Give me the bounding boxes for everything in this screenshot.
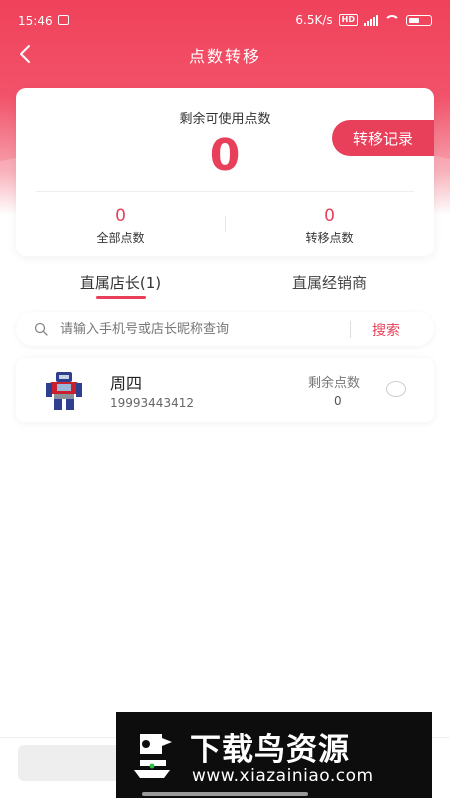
- total-points-label: 全部点数: [96, 231, 145, 245]
- search-bar: 搜索: [16, 312, 434, 346]
- network-speed: 6.5K/s: [295, 13, 333, 27]
- search-icon: [34, 322, 48, 336]
- message-icon: [58, 15, 69, 25]
- tab-bar: 直属店长(1) 直属经销商: [0, 272, 450, 308]
- hd-badge: HD: [338, 14, 358, 26]
- points-summary-card: 剩余可使用点数 0 转移记录 0 全部点数 0 转移点数: [16, 88, 434, 256]
- search-input[interactable]: [60, 318, 340, 340]
- bird-logo-icon: [134, 734, 172, 778]
- wifi-icon: [384, 14, 400, 26]
- item-name: 周四: [110, 374, 143, 393]
- transfer-record-button[interactable]: 转移记录: [332, 120, 434, 156]
- avatar: [46, 372, 82, 410]
- watermark-url: www.xiazainiao.com: [192, 766, 374, 786]
- tab-direct-store-managers[interactable]: 直属店长(1): [8, 272, 233, 293]
- status-bar: 15:46 6.5K/s HD: [0, 0, 450, 44]
- transfer-points-value: 0: [324, 206, 335, 226]
- item-points-label: 剩余点数: [308, 376, 361, 391]
- watermark-title: 下载鸟资源: [190, 732, 350, 768]
- battery-icon: [406, 14, 432, 26]
- home-indicator[interactable]: [142, 792, 308, 796]
- item-points-value: 0: [334, 394, 342, 408]
- search-button[interactable]: 搜索: [372, 320, 400, 340]
- signal-icon: [364, 14, 378, 26]
- transfer-points-label: 转移点数: [305, 231, 354, 245]
- tab-direct-dealers[interactable]: 直属经销商: [217, 272, 442, 293]
- search-divider: [350, 321, 351, 338]
- page-title: 点数转移: [188, 47, 261, 66]
- watermark: 下载鸟资源 www.xiazainiao.com: [116, 712, 432, 798]
- list-item[interactable]: 周四 19993443412 剩余点数 0: [16, 358, 434, 422]
- card-divider: [36, 191, 414, 192]
- active-tab-indicator: [96, 296, 146, 299]
- status-time: 15:46: [18, 14, 53, 28]
- item-phone: 19993443412: [110, 396, 194, 410]
- select-radio[interactable]: [386, 381, 406, 397]
- total-points-value: 0: [115, 206, 126, 226]
- total-points-stat: 0 全部点数: [16, 206, 225, 246]
- transfer-points-stat: 0 转移点数: [225, 206, 434, 246]
- status-indicators: 6.5K/s HD: [295, 13, 432, 27]
